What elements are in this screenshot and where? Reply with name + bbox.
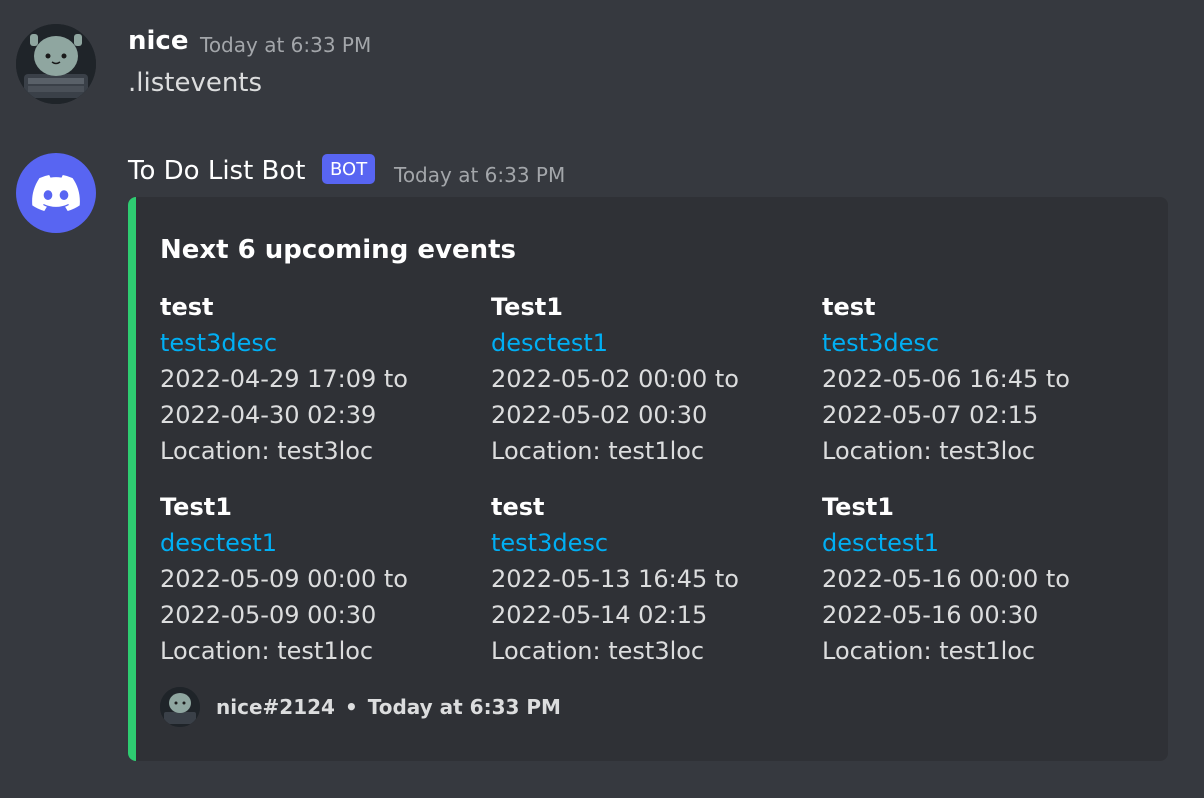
embed-title: Next 6 upcoming events xyxy=(160,235,516,265)
event-end: 2022-05-09 00:30 xyxy=(160,601,377,629)
event-description-link[interactable]: test3desc xyxy=(160,325,480,361)
event-start: 2022-04-29 17:09 to xyxy=(160,365,408,393)
user-avatar[interactable] xyxy=(16,24,96,104)
event-location: Location: test1loc xyxy=(160,637,374,665)
event-start: 2022-05-09 00:00 to xyxy=(160,565,408,593)
bot-message-timestamp[interactable]: Today at 6:33 PM xyxy=(394,163,565,187)
event-location: Location: test3loc xyxy=(822,437,1036,465)
event-end: 2022-05-14 02:15 xyxy=(491,601,708,629)
event-description-link[interactable]: test3desc xyxy=(822,325,1142,361)
event-field: test test3desc 2022-04-29 17:09 to 2022-… xyxy=(160,289,480,469)
robot-avatar-icon xyxy=(16,24,96,104)
robot-avatar-icon xyxy=(160,687,200,727)
event-name: test xyxy=(160,293,214,321)
event-field: Test1 desctest1 2022-05-16 00:00 to 2022… xyxy=(822,489,1142,669)
embed-footer: nice#2124 • Today at 6:33 PM xyxy=(160,687,561,727)
footer-separator: • xyxy=(344,695,358,719)
bot-avatar[interactable] xyxy=(16,153,96,233)
user-message-timestamp[interactable]: Today at 6:33 PM xyxy=(200,33,371,57)
bot-badge: BOT xyxy=(322,154,376,184)
event-name: Test1 xyxy=(491,293,563,321)
footer-avatar xyxy=(160,687,200,727)
event-field: test test3desc 2022-05-13 16:45 to 2022-… xyxy=(491,489,811,669)
bot-author-name[interactable]: To Do List Bot xyxy=(128,156,305,186)
event-name: Test1 xyxy=(822,493,894,521)
embed-accent-bar xyxy=(128,197,136,761)
user-author-name[interactable]: nice xyxy=(128,26,188,56)
event-location: Location: test3loc xyxy=(160,437,374,465)
event-description-link[interactable]: desctest1 xyxy=(491,325,811,361)
event-location: Location: test1loc xyxy=(491,437,705,465)
event-start: 2022-05-13 16:45 to xyxy=(491,565,739,593)
event-field: Test1 desctest1 2022-05-09 00:00 to 2022… xyxy=(160,489,480,669)
event-end: 2022-05-16 00:30 xyxy=(822,601,1039,629)
event-field: Test1 desctest1 2022-05-02 00:00 to 2022… xyxy=(491,289,811,469)
event-description-link[interactable]: test3desc xyxy=(491,525,811,561)
event-name: Test1 xyxy=(160,493,232,521)
event-location: Location: test3loc xyxy=(491,637,705,665)
footer-author: nice#2124 xyxy=(216,695,335,719)
discord-logo-icon xyxy=(32,175,80,211)
event-start: 2022-05-06 16:45 to xyxy=(822,365,1070,393)
event-name: test xyxy=(491,493,545,521)
event-start: 2022-05-02 00:00 to xyxy=(491,365,739,393)
event-description-link[interactable]: desctest1 xyxy=(160,525,480,561)
event-name: test xyxy=(822,293,876,321)
event-end: 2022-05-07 02:15 xyxy=(822,401,1039,429)
events-embed: Next 6 upcoming events test test3desc 20… xyxy=(128,197,1168,761)
event-end: 2022-04-30 02:39 xyxy=(160,401,377,429)
event-field: test test3desc 2022-05-06 16:45 to 2022-… xyxy=(822,289,1142,469)
event-description-link[interactable]: desctest1 xyxy=(822,525,1142,561)
event-location: Location: test1loc xyxy=(822,637,1036,665)
footer-timestamp: Today at 6:33 PM xyxy=(367,695,561,719)
event-start: 2022-05-16 00:00 to xyxy=(822,565,1070,593)
event-end: 2022-05-02 00:30 xyxy=(491,401,708,429)
user-message-content: .listevents xyxy=(128,68,263,98)
